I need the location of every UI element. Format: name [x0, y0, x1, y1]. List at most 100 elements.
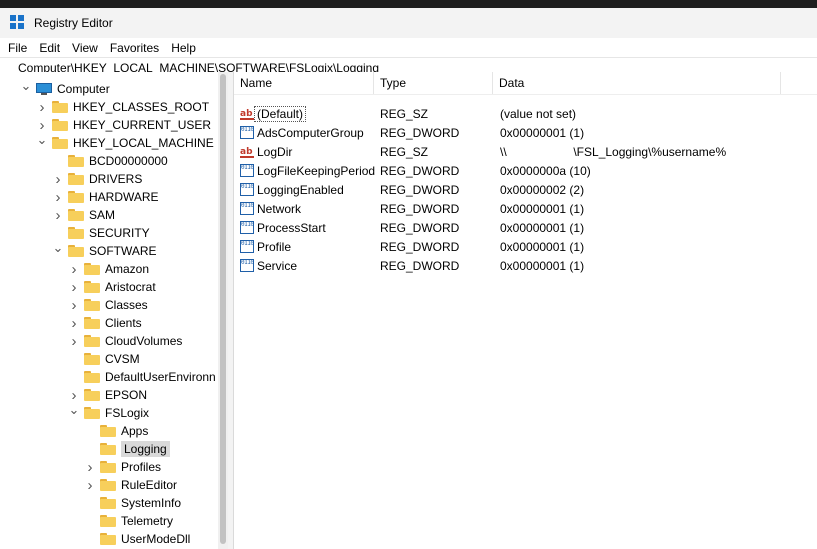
binary-value-icon: 0110 [240, 202, 254, 215]
menu-edit[interactable]: Edit [39, 41, 66, 55]
folder-icon [68, 191, 84, 203]
value-data: 0x00000001 (1) [500, 220, 585, 235]
chevron-placeholder [84, 530, 96, 548]
menu-help[interactable]: Help [171, 41, 202, 55]
tree-node[interactable]: BCD00000000 [52, 152, 168, 170]
tree-node[interactable]: DefaultUserEnvironn [68, 368, 216, 386]
tree-node-label: SECURITY [89, 226, 150, 240]
scrollbar-thumb[interactable] [220, 74, 226, 544]
value-name: (Default) [254, 105, 307, 122]
value-name: Network [257, 201, 302, 216]
tree-node-label: FSLogix [105, 406, 150, 420]
tree-node[interactable]: › HKEY_CURRENT_USER [36, 116, 212, 134]
value-row[interactable]: 0110 AdsComputerGroup REG_DWORD 0x00000001 … [234, 123, 817, 142]
menu-view[interactable]: View [72, 41, 104, 55]
tree-node[interactable]: › HARDWARE [52, 188, 159, 206]
tree-node[interactable]: › Aristocrat [68, 278, 156, 296]
tree-node[interactable]: › Classes [68, 296, 148, 314]
chevron-right-icon[interactable]: › [68, 296, 80, 314]
tree-node[interactable]: Apps [84, 422, 148, 440]
value-name-cell: 0110 Service [240, 256, 297, 275]
chevron-placeholder [84, 512, 96, 530]
chevron-right-icon[interactable]: › [68, 332, 80, 350]
title-bar[interactable]: Registry Editor [0, 8, 817, 38]
tree-node[interactable]: ⌄ FSLogix [68, 401, 150, 422]
tree-node[interactable]: › Clients [68, 314, 142, 332]
tree-node[interactable]: ⌄ HKEY_LOCAL_MACHINE [36, 131, 214, 152]
value-row[interactable]: 0110 Network REG_DWORD 0x00000001 (1) [234, 199, 817, 218]
tree-node-label: CVSM [105, 352, 140, 366]
column-header-type[interactable]: Type [374, 72, 493, 94]
value-type: REG_DWORD [380, 163, 460, 178]
value-type: REG_DWORD [380, 125, 460, 140]
tree-node[interactable]: › HKEY_CLASSES_ROOT [36, 98, 210, 116]
tree-node[interactable]: ⌄ SOFTWARE [52, 239, 157, 260]
folder-icon [84, 371, 100, 383]
tree-node[interactable]: › CloudVolumes [68, 332, 183, 350]
value-type: REG_DWORD [380, 239, 460, 254]
value-row[interactable]: 0110 Profile REG_DWORD 0x00000001 (1) [234, 237, 817, 256]
value-row[interactable]: ab LogDir REG_SZ \\ \FSL_Logging\%username% [234, 142, 817, 161]
value-name-cell: 0110 Network [240, 199, 301, 218]
chevron-down-icon[interactable]: ⌄ [36, 131, 48, 149]
value-data: 0x0000000a (10) [500, 163, 591, 178]
menu-favorites[interactable]: Favorites [110, 41, 165, 55]
chevron-right-icon[interactable]: › [68, 314, 80, 332]
tree-node[interactable]: Logging [84, 440, 170, 458]
tree-node[interactable]: SystemInfo [84, 494, 181, 512]
column-header-data[interactable]: Data [493, 72, 781, 94]
tree-node[interactable]: SECURITY [52, 224, 150, 242]
tree-node[interactable]: › RuleEditor [84, 476, 178, 494]
value-name-cell: ab LogDir [240, 142, 292, 161]
chevron-down-icon[interactable]: ⌄ [68, 401, 80, 419]
chevron-right-icon[interactable]: › [84, 476, 96, 494]
list-header: Name Type Data [234, 72, 817, 95]
value-name: AdsComputerGroup [257, 125, 364, 140]
folder-icon [68, 227, 84, 239]
menu-bar: File Edit View Favorites Help [0, 38, 817, 57]
value-name: Service [257, 258, 298, 273]
value-name: LoggingEnabled [257, 182, 344, 197]
tree-node[interactable]: › Amazon [68, 260, 150, 278]
chevron-placeholder [84, 494, 96, 512]
value-name: ProcessStart [257, 220, 326, 235]
window-title: Registry Editor [34, 16, 113, 30]
value-name-cell: ab (Default) [240, 104, 307, 123]
menu-file[interactable]: File [8, 41, 33, 55]
tree-node[interactable]: › SAM [52, 206, 116, 224]
folder-icon [100, 443, 116, 455]
folder-icon [68, 173, 84, 185]
tree-node[interactable]: UserModeDll [84, 530, 190, 548]
value-row[interactable]: 0110 ProcessStart REG_DWORD 0x00000001 (1) [234, 218, 817, 237]
value-row[interactable]: ab (Default) REG_SZ (value not set) [234, 104, 817, 123]
chevron-down-icon[interactable]: ⌄ [20, 77, 32, 95]
tree-node[interactable]: › DRIVERS [52, 170, 143, 188]
value-row[interactable]: 0110 LoggingEnabled REG_DWORD 0x00000002 (2… [234, 180, 817, 199]
chevron-right-icon[interactable]: › [52, 188, 64, 206]
tree-node[interactable]: CVSM [68, 350, 140, 368]
value-row[interactable]: 0110 LogFileKeepingPeriod REG_DWORD 0x00000… [234, 161, 817, 180]
registry-app-icon [10, 15, 26, 31]
tree-node-label: DRIVERS [89, 172, 143, 186]
chevron-right-icon[interactable]: › [36, 98, 48, 116]
tree-node[interactable]: Telemetry [84, 512, 173, 530]
chevron-down-icon[interactable]: ⌄ [52, 239, 64, 257]
tree-scrollbar[interactable] [218, 72, 228, 549]
key-tree: ⌄ Computer › HKEY_CLASSES_ROOT › HKEY_CURRENT… [0, 72, 218, 549]
chevron-right-icon[interactable]: › [84, 458, 96, 476]
chevron-right-icon[interactable]: › [52, 206, 64, 224]
folder-icon [100, 479, 116, 491]
chevron-right-icon[interactable]: › [68, 278, 80, 296]
value-data: 0x00000001 (1) [500, 258, 585, 273]
value-type: REG_SZ [380, 144, 429, 159]
chevron-placeholder [68, 350, 80, 368]
computer-icon [36, 83, 52, 95]
column-header-name[interactable]: Name [234, 72, 374, 94]
chevron-right-icon[interactable]: › [68, 260, 80, 278]
value-row[interactable]: 0110 Service REG_DWORD 0x00000001 (1) [234, 256, 817, 275]
tree-node[interactable]: ⌄ Computer [20, 77, 110, 98]
tree-node[interactable]: › Profiles [84, 458, 162, 476]
chevron-right-icon[interactable]: › [52, 170, 64, 188]
folder-icon [52, 119, 68, 131]
value-name-cell: 0110 LogFileKeepingPeriod [240, 161, 375, 180]
